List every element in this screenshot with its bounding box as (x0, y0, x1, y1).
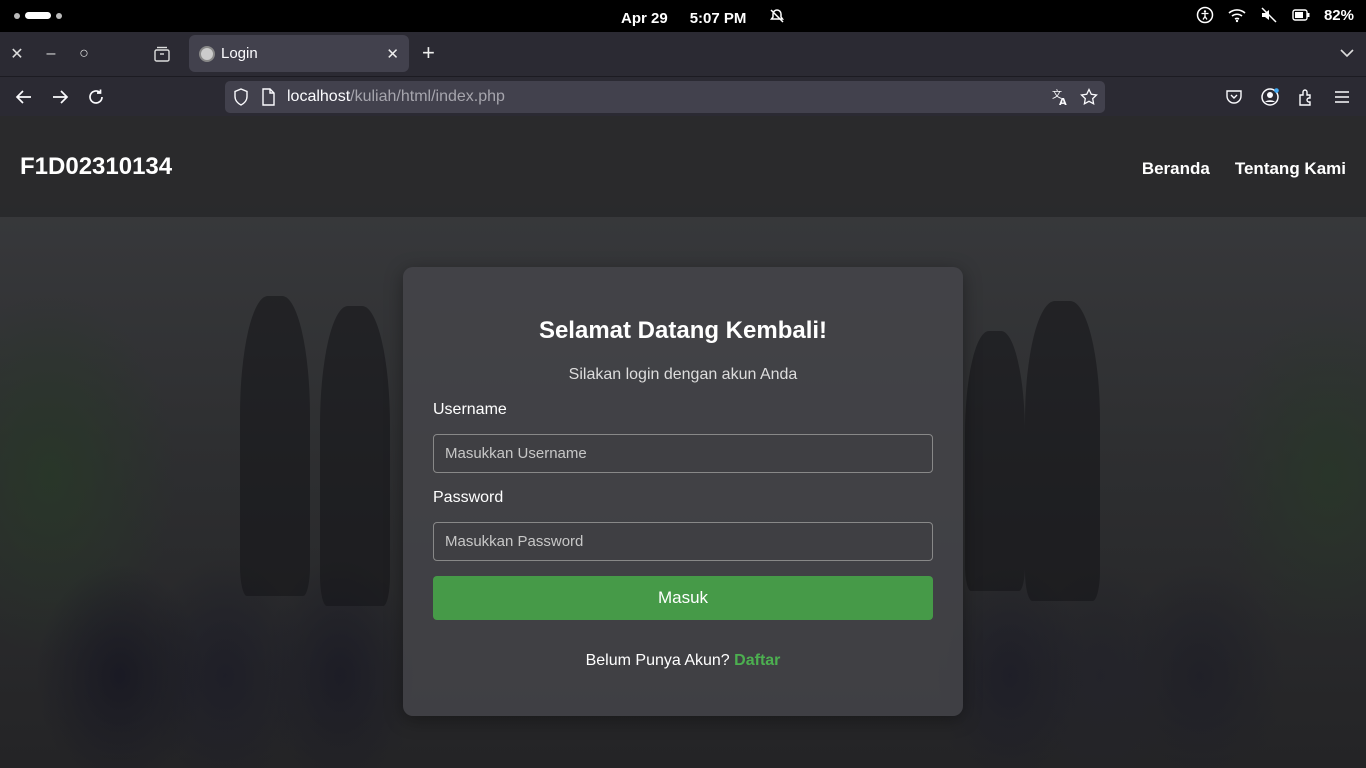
browser-tab-strip: ✕ – ○ Login ✕ + (0, 32, 1366, 76)
notifications-off-icon (768, 7, 786, 29)
accessibility-icon[interactable] (1196, 6, 1214, 24)
reload-icon[interactable] (85, 86, 107, 108)
password-label: Password (433, 489, 504, 506)
close-tab-icon[interactable]: ✕ (386, 45, 399, 63)
address-bar[interactable]: localhost/kuliah/html/index.php 文A (225, 81, 1105, 113)
login-title: Selamat Datang Kembali! (538, 317, 828, 344)
battery-icon[interactable] (1292, 9, 1310, 21)
wifi-icon[interactable] (1228, 7, 1246, 23)
svg-text:A: A (1059, 97, 1067, 106)
pocket-icon[interactable] (1223, 86, 1245, 108)
workspace-indicator[interactable] (14, 12, 62, 19)
url-host: localhost (287, 88, 351, 105)
login-button[interactable]: Masuk (433, 576, 933, 620)
username-label: Username (433, 401, 507, 418)
bookmark-star-icon[interactable] (1080, 87, 1098, 111)
browser-nav-bar: localhost/kuliah/html/index.php 文A (0, 76, 1366, 116)
shield-icon[interactable] (233, 88, 249, 111)
site-brand[interactable]: F1D02310134 (20, 153, 172, 181)
tab-favicon-icon (199, 45, 215, 62)
url-text[interactable]: localhost/kuliah/html/index.php (287, 88, 505, 106)
nav-link-beranda[interactable]: Beranda (1142, 159, 1210, 179)
back-icon[interactable] (13, 86, 35, 108)
new-tab-icon[interactable]: + (422, 42, 435, 64)
clock[interactable]: Apr 29 5:07 PM (621, 7, 786, 29)
close-window-icon[interactable]: ✕ (7, 44, 27, 64)
web-page: F1D02310134 Beranda Tentang Kami Selamat… (0, 116, 1366, 768)
tab-overview-icon[interactable] (152, 44, 172, 64)
date-text: Apr 29 (621, 9, 668, 27)
login-subtitle: Silakan login dengan akun Anda (568, 366, 798, 383)
account-icon[interactable] (1259, 86, 1281, 108)
password-input[interactable] (433, 522, 933, 561)
tab-title: Login (221, 45, 258, 62)
register-prompt: Belum Punya Akun? Daftar (403, 652, 963, 670)
site-nav: Beranda Tentang Kami (1142, 159, 1346, 179)
menu-icon[interactable] (1331, 86, 1353, 108)
login-card: Selamat Datang Kembali! Silakan login de… (403, 267, 963, 716)
nav-link-tentang-kami[interactable]: Tentang Kami (1235, 159, 1346, 179)
os-status-bar: Apr 29 5:07 PM 82% (0, 0, 1366, 32)
translate-icon[interactable]: 文A (1051, 88, 1069, 111)
page-icon[interactable] (261, 88, 275, 111)
tab-login[interactable]: Login ✕ (189, 35, 409, 72)
register-prompt-text: Belum Punya Akun? (585, 652, 730, 669)
maximize-window-icon[interactable]: ○ (74, 44, 94, 64)
time-text: 5:07 PM (689, 9, 747, 27)
volume-muted-icon[interactable] (1260, 7, 1278, 23)
extensions-icon[interactable] (1295, 86, 1317, 108)
site-header: F1D02310134 Beranda Tentang Kami (0, 116, 1366, 217)
username-input[interactable] (433, 434, 933, 473)
forward-icon[interactable] (49, 86, 71, 108)
minimize-window-icon[interactable]: – (41, 44, 61, 64)
battery-percent: 82% (1323, 6, 1354, 24)
chevron-down-icon[interactable] (1340, 45, 1354, 63)
register-link[interactable]: Daftar (734, 652, 780, 669)
url-path: /kuliah/html/index.php (350, 88, 505, 105)
